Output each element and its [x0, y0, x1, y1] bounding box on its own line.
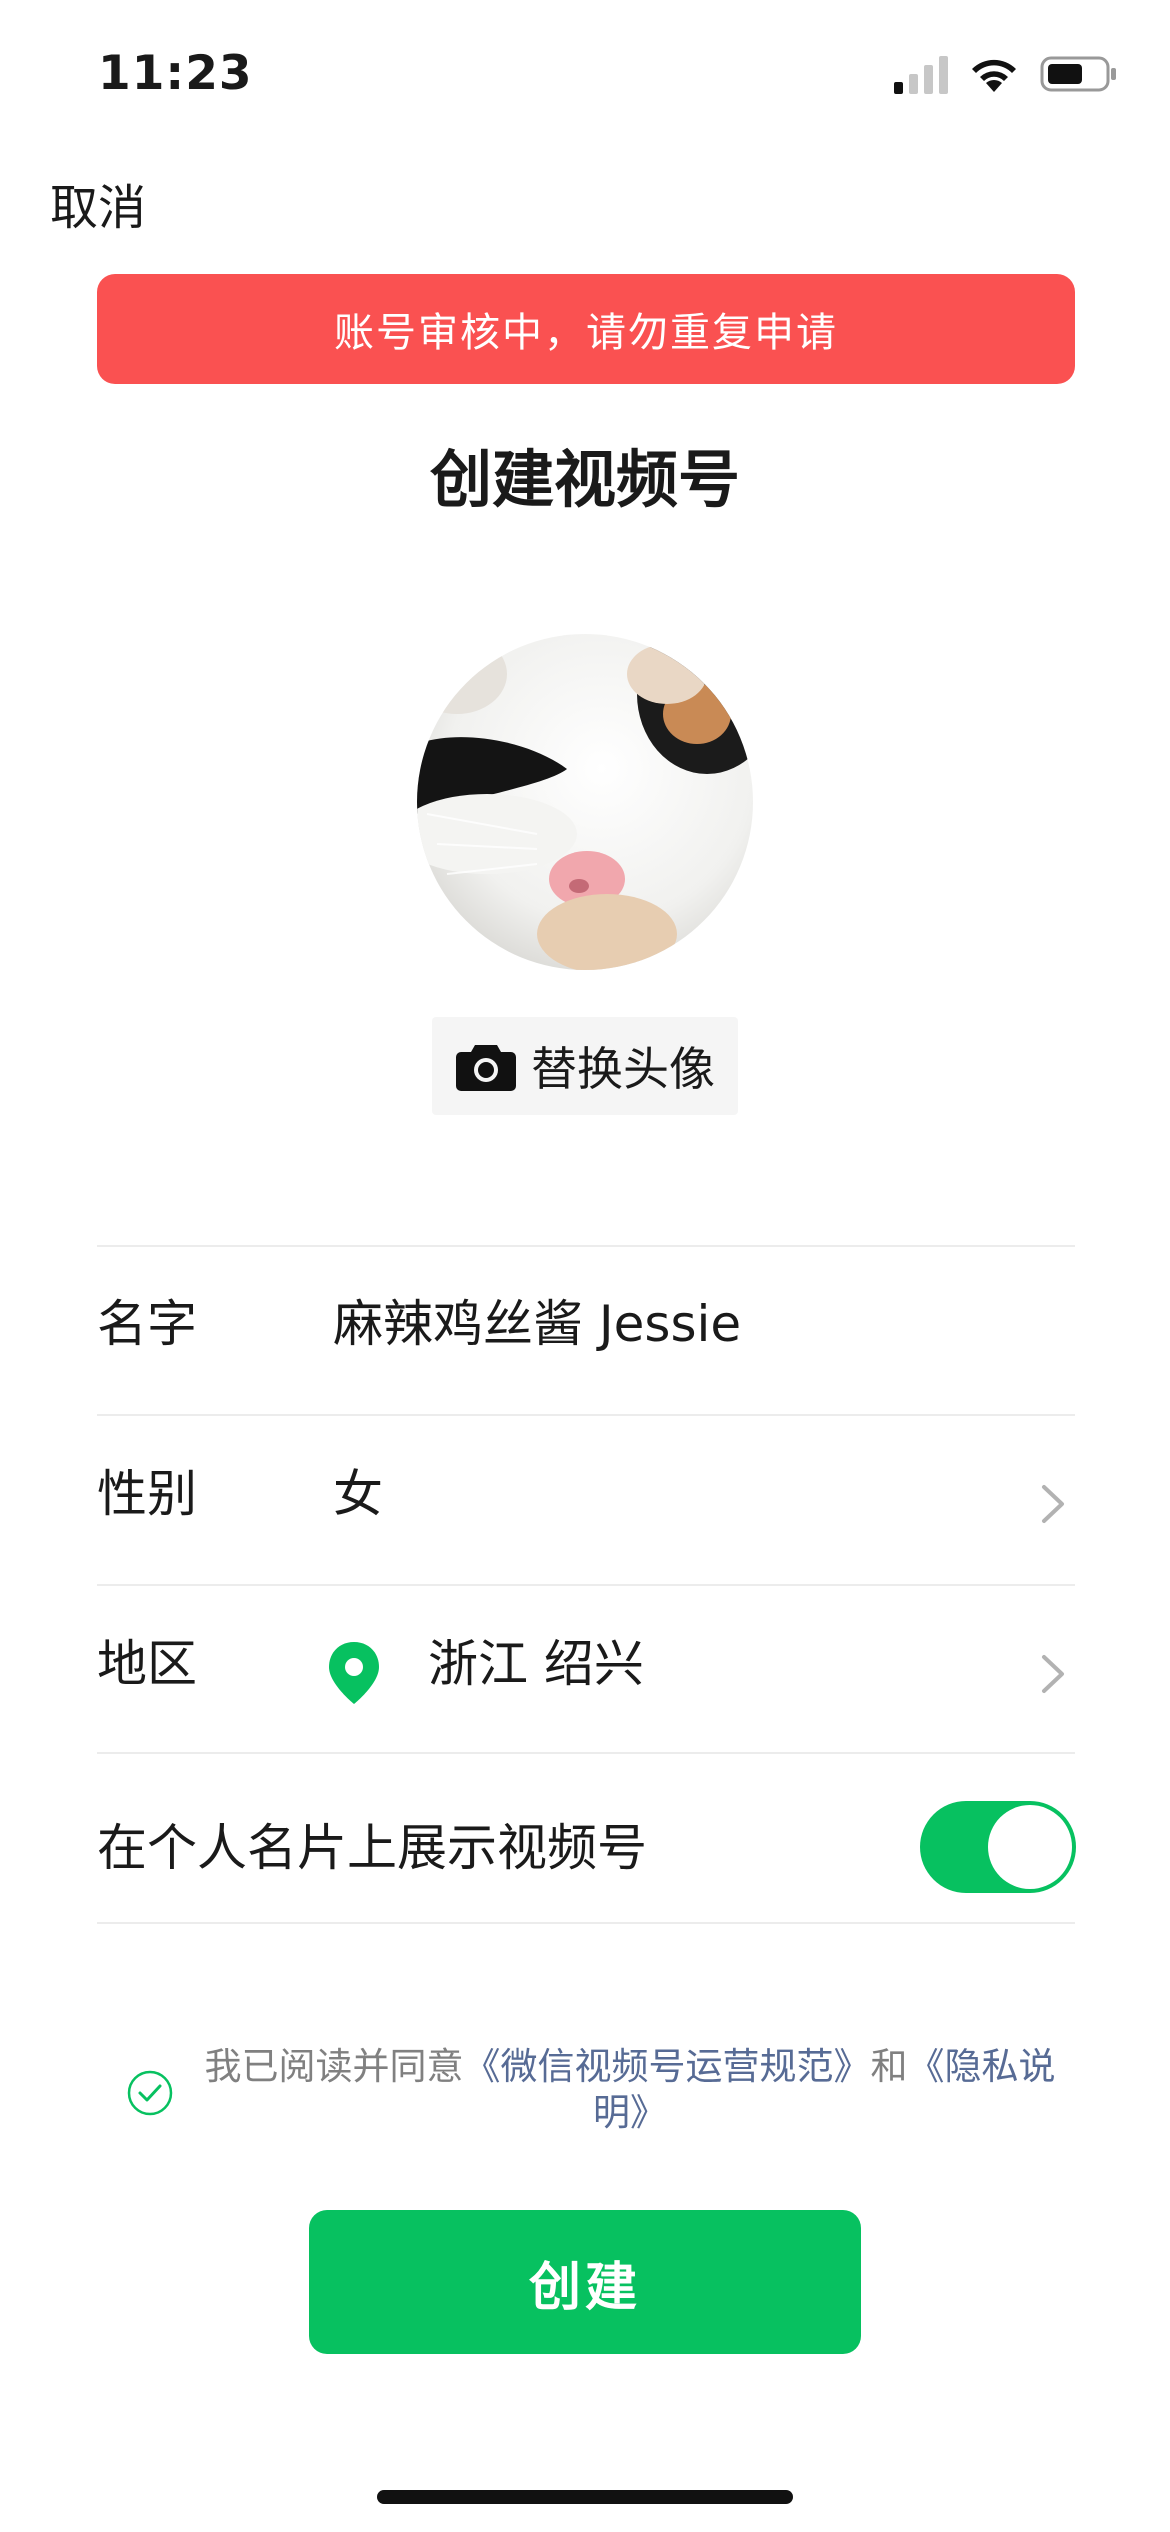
wifi-icon	[972, 59, 1016, 92]
replace-avatar-label: 替换头像	[531, 1042, 715, 1096]
agreement-and: 和	[870, 2045, 908, 2088]
battery-icon	[1040, 56, 1116, 92]
divider	[97, 1752, 1075, 1754]
agreement-text: 我已阅读并同意《微信视频号运营规范》和《隐私说明》	[190, 2044, 1070, 2136]
status-time: 11:23	[98, 46, 253, 101]
gender-value[interactable]: 女	[333, 1464, 383, 1524]
region-value[interactable]: 浙江 绍兴	[428, 1634, 644, 1694]
avatar[interactable]	[417, 634, 753, 970]
show-on-card-label: 在个人名片上展示视频号	[97, 1819, 647, 1877]
chevron-right-icon[interactable]	[1040, 1484, 1066, 1524]
cellular-signal-icon	[894, 56, 948, 94]
avatar-image	[417, 634, 753, 970]
show-on-card-toggle[interactable]	[920, 1801, 1076, 1893]
home-indicator	[377, 2490, 793, 2504]
operation-rules-link[interactable]: 《微信视频号运营规范》	[464, 2045, 871, 2088]
privacy-link-part1[interactable]: 《隐私说	[908, 2045, 1056, 2088]
review-status-banner: 账号审核中，请勿重复申请	[97, 274, 1075, 384]
gender-label: 性别	[97, 1465, 197, 1523]
divider	[97, 1584, 1075, 1586]
location-pin-icon	[329, 1642, 379, 1704]
region-label: 地区	[97, 1635, 197, 1693]
privacy-link-part2[interactable]: 明》	[593, 2091, 667, 2134]
page-title: 创建视频号	[429, 443, 740, 516]
cancel-button[interactable]: 取消	[50, 178, 146, 238]
name-label: 名字	[97, 1295, 197, 1353]
divider	[97, 1414, 1075, 1416]
status-icons	[892, 52, 1118, 96]
name-field[interactable]: 麻辣鸡丝酱 Jessie	[333, 1294, 741, 1354]
agreement-prefix: 我已阅读并同意	[204, 2045, 464, 2088]
create-button[interactable]: 创建	[309, 2210, 861, 2354]
camera-icon	[456, 1045, 516, 1091]
replace-avatar-button[interactable]: 替换头像	[432, 1017, 738, 1115]
toggle-knob	[988, 1805, 1072, 1889]
chevron-right-icon[interactable]	[1040, 1654, 1066, 1694]
divider	[97, 1245, 1075, 1247]
divider	[97, 1922, 1075, 1924]
agreement-checkbox[interactable]	[127, 2070, 173, 2116]
